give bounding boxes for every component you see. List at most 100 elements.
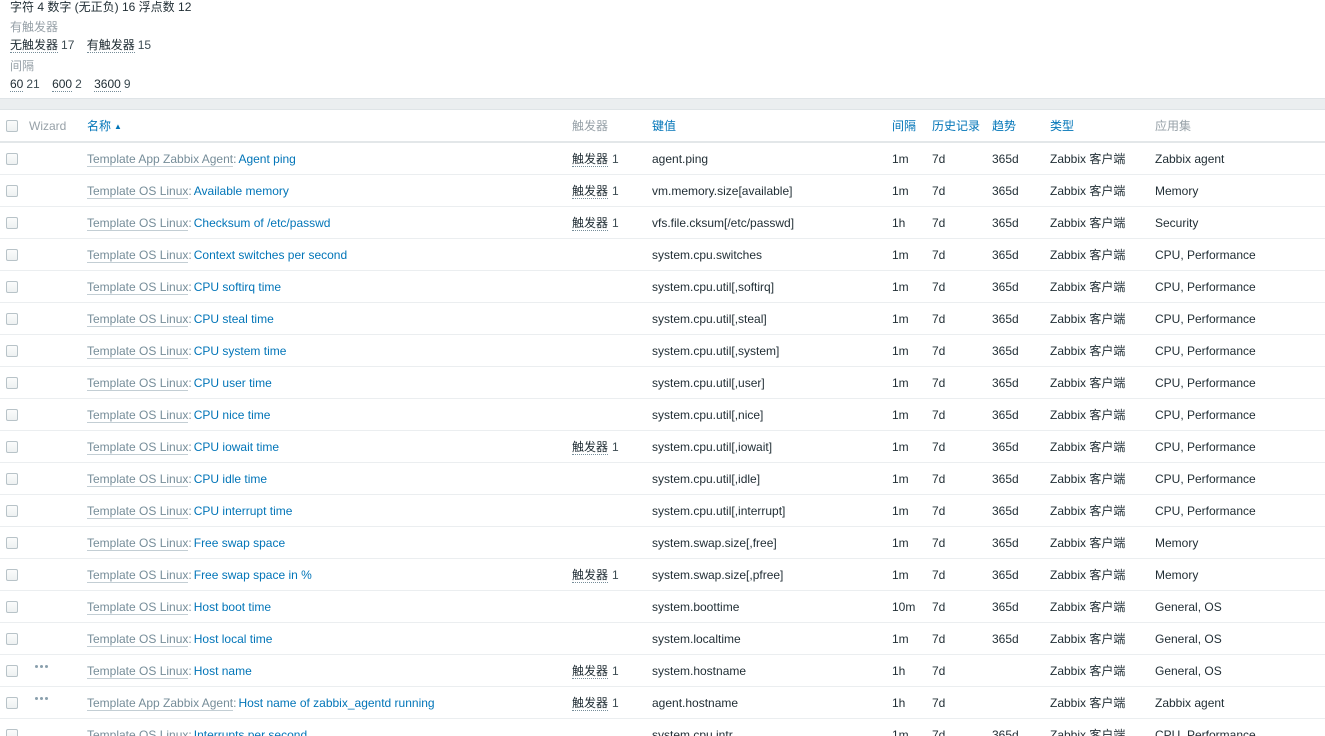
row-select-checkbox[interactable] [6, 601, 18, 614]
template-link[interactable]: Template OS Linux [87, 503, 189, 519]
item-name-link[interactable]: Host name of zabbix_agentd running [238, 696, 434, 710]
header-name[interactable]: 名称 ▲ [82, 110, 567, 143]
triggers-link[interactable]: 触发器 [572, 440, 609, 455]
row-wizard-cell [24, 334, 82, 367]
template-link[interactable]: Template App Zabbix Agent [87, 151, 234, 167]
row-select-checkbox[interactable] [6, 537, 18, 550]
row-select-checkbox[interactable] [6, 185, 18, 198]
row-select-checkbox[interactable] [6, 729, 18, 736]
template-link[interactable]: Template OS Linux [87, 375, 189, 391]
row-name-cell: Template OS Linux: Context switches per s… [82, 238, 567, 271]
row-select-checkbox[interactable] [6, 665, 18, 678]
row-select-checkbox[interactable] [6, 569, 18, 582]
item-name-link[interactable]: CPU system time [194, 344, 287, 358]
header-trends[interactable]: 趋势 [987, 110, 1045, 143]
item-name-link[interactable]: CPU iowait time [194, 440, 279, 454]
row-history-cell: 7d [927, 622, 987, 655]
row-type-cell: Zabbix 客户端 [1045, 238, 1150, 271]
item-name-link[interactable]: Interrupts per second [194, 728, 307, 736]
item-name-link[interactable]: Free swap space in % [194, 568, 312, 582]
template-link[interactable]: Template OS Linux [87, 279, 189, 295]
row-select-checkbox[interactable] [6, 409, 18, 422]
triggers-link[interactable]: 触发器 [572, 568, 609, 583]
header-type-link[interactable]: 类型 [1050, 119, 1074, 133]
wizard-menu-icon[interactable] [29, 697, 51, 709]
header-history[interactable]: 历史记录 [927, 110, 987, 143]
row-trends-cell: 365d [987, 142, 1045, 175]
subfilter-option-link[interactable]: 600 [52, 77, 73, 92]
triggers-link[interactable]: 触发器 [572, 664, 609, 679]
row-select-checkbox[interactable] [6, 313, 18, 326]
row-select-cell [0, 718, 24, 736]
row-name-cell: Template OS Linux: CPU steal time [82, 302, 567, 335]
template-link[interactable]: Template OS Linux [87, 407, 189, 423]
triggers-link[interactable]: 触发器 [572, 216, 609, 231]
item-name-link[interactable]: Checksum of /etc/passwd [194, 216, 331, 230]
template-link[interactable]: Template OS Linux [87, 663, 189, 679]
template-link[interactable]: Template OS Linux [87, 727, 189, 736]
item-name-link[interactable]: CPU steal time [194, 312, 274, 326]
template-link[interactable]: Template OS Linux [87, 247, 189, 263]
header-name-link[interactable]: 名称 [87, 119, 111, 133]
row-select-checkbox[interactable] [6, 281, 18, 294]
subfilter-option-link[interactable]: 无触发器 [10, 38, 59, 53]
select-all-checkbox[interactable] [6, 120, 18, 133]
template-link[interactable]: Template OS Linux [87, 599, 189, 615]
item-name-link[interactable]: CPU user time [194, 376, 272, 390]
row-select-checkbox[interactable] [6, 345, 18, 358]
template-link[interactable]: Template OS Linux [87, 311, 189, 327]
triggers-link[interactable]: 触发器 [572, 696, 609, 711]
header-type[interactable]: 类型 [1045, 110, 1150, 143]
subfilter-option-link[interactable]: 有触发器 [86, 38, 135, 53]
template-link[interactable]: Template OS Linux [87, 471, 189, 487]
item-name-link[interactable]: CPU interrupt time [194, 504, 293, 518]
triggers-link[interactable]: 触发器 [572, 184, 609, 199]
item-name-link[interactable]: Available memory [194, 184, 289, 198]
row-select-checkbox[interactable] [6, 377, 18, 390]
row-wizard-cell [24, 686, 82, 719]
header-key-link[interactable]: 键值 [652, 119, 676, 133]
template-link[interactable]: Template OS Linux [87, 215, 189, 231]
row-interval-cell: 1m [887, 718, 927, 736]
row-triggers-cell [567, 494, 647, 527]
triggers-link[interactable]: 触发器 [572, 152, 609, 167]
item-name-link[interactable]: Host name [194, 664, 252, 678]
row-select-checkbox[interactable] [6, 153, 18, 166]
item-name-link[interactable]: CPU softirq time [194, 280, 281, 294]
row-select-cell [0, 494, 24, 527]
item-name-link[interactable]: CPU idle time [194, 472, 267, 486]
item-name-link[interactable]: Agent ping [238, 152, 295, 166]
item-name-link[interactable]: CPU nice time [194, 408, 271, 422]
template-link[interactable]: Template App Zabbix Agent [87, 695, 234, 711]
row-key-cell: system.cpu.intr [647, 718, 887, 736]
template-link[interactable]: Template OS Linux [87, 535, 189, 551]
subfilter-option-link[interactable]: 3600 [94, 77, 121, 92]
item-name-link[interactable]: Host local time [194, 632, 273, 646]
row-select-checkbox[interactable] [6, 473, 18, 486]
template-link[interactable]: Template OS Linux [87, 631, 189, 647]
template-link[interactable]: Template OS Linux [87, 343, 189, 359]
header-key[interactable]: 键值 [647, 110, 887, 143]
item-name-link[interactable]: Free swap space [194, 536, 285, 550]
subfilter-option: 600 2 [52, 76, 82, 92]
row-type-cell: Zabbix 客户端 [1045, 174, 1150, 207]
subfilter-option-link[interactable]: 60 [10, 77, 24, 92]
triggers-count: 1 [612, 440, 619, 454]
row-select-checkbox[interactable] [6, 217, 18, 230]
wizard-menu-icon[interactable] [29, 665, 51, 677]
header-interval[interactable]: 间隔 [887, 110, 927, 143]
template-link[interactable]: Template OS Linux [87, 183, 189, 199]
item-name-link[interactable]: Host boot time [194, 600, 271, 614]
row-select-checkbox[interactable] [6, 697, 18, 710]
header-trends-link[interactable]: 趋势 [992, 119, 1016, 133]
template-link[interactable]: Template OS Linux [87, 439, 189, 455]
row-select-checkbox[interactable] [6, 249, 18, 262]
item-name-link[interactable]: Context switches per second [194, 248, 347, 262]
template-link[interactable]: Template OS Linux [87, 567, 189, 583]
row-name-cell: Template App Zabbix Agent: Host name of z… [82, 686, 567, 719]
header-interval-link[interactable]: 间隔 [892, 119, 916, 133]
header-history-link[interactable]: 历史记录 [932, 119, 980, 133]
row-select-checkbox[interactable] [6, 505, 18, 518]
row-select-checkbox[interactable] [6, 633, 18, 646]
row-select-checkbox[interactable] [6, 441, 18, 454]
